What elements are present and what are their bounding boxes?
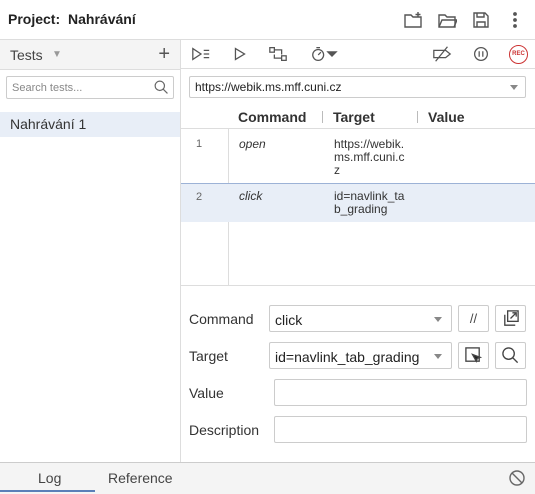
open-project-icon[interactable] xyxy=(435,8,459,32)
disable-breakpoints-icon[interactable] xyxy=(431,44,453,64)
toolbar: REC xyxy=(181,40,535,69)
chevron-down-icon[interactable]: ▼ xyxy=(52,49,62,60)
chevron-down-icon[interactable] xyxy=(326,44,338,64)
description-label: Description xyxy=(189,422,260,438)
column-value: Value xyxy=(428,109,465,125)
column-target: Target xyxy=(333,109,375,125)
value-input[interactable] xyxy=(274,379,527,406)
footer: Log Reference xyxy=(0,462,535,494)
table-header: Command Target Value xyxy=(181,105,535,129)
tab-reference[interactable]: Reference xyxy=(108,470,173,486)
target-value: id=navlink_tab_grading xyxy=(275,349,420,365)
description-input[interactable] xyxy=(274,416,527,443)
run-all-icon[interactable] xyxy=(190,44,212,64)
row-command: open xyxy=(239,137,266,151)
project-label: Project: xyxy=(8,11,61,27)
active-tab-indicator xyxy=(0,490,95,492)
editor-panel: REC Command Target Value 1 open https://… xyxy=(181,40,535,462)
search-icon[interactable] xyxy=(153,79,170,96)
row-command: click xyxy=(239,189,263,203)
commands-table: Command Target Value 1 open https://webi… xyxy=(181,105,535,285)
open-reference-icon[interactable] xyxy=(495,305,526,332)
run-test-icon[interactable] xyxy=(229,44,251,64)
search-input[interactable] xyxy=(7,77,147,98)
command-select[interactable]: click xyxy=(269,305,452,332)
project-title: Project: Nahrávání xyxy=(8,11,136,27)
row-target: id=navlink_tab_grading xyxy=(334,189,405,216)
row-target: https://webik.ms.mff.cuni.cz xyxy=(334,137,405,177)
chevron-down-icon[interactable] xyxy=(434,317,442,322)
test-item[interactable]: Nahrávání 1 xyxy=(0,112,180,137)
tests-dropdown[interactable]: Tests xyxy=(10,47,43,63)
tests-panel: Tests ▼ + Nahrávání 1 xyxy=(0,40,181,462)
command-value: click xyxy=(275,312,303,328)
target-label: Target xyxy=(189,348,228,364)
search-tests xyxy=(6,76,174,99)
table-row[interactable]: 1 open https://webik.ms.mff.cuni.cz xyxy=(181,129,535,183)
command-editor: Command click // Target id=navlink_tab_g… xyxy=(181,285,535,462)
column-command: Command xyxy=(238,109,307,125)
chevron-down-icon[interactable] xyxy=(510,85,518,90)
save-project-icon[interactable] xyxy=(469,8,493,32)
select-target-icon[interactable] xyxy=(458,342,489,369)
pause-icon[interactable] xyxy=(470,44,492,64)
add-test-button[interactable]: + xyxy=(158,43,170,66)
project-name[interactable]: Nahrávání xyxy=(68,11,136,27)
new-project-icon[interactable] xyxy=(401,8,425,32)
record-button[interactable]: REC xyxy=(509,45,528,64)
table-row-selected[interactable]: 2 click id=navlink_tab_grading xyxy=(181,183,535,222)
row-number: 1 xyxy=(196,138,203,150)
find-target-icon[interactable] xyxy=(495,342,526,369)
base-url xyxy=(189,76,526,98)
tab-log[interactable]: Log xyxy=(38,470,61,486)
value-label: Value xyxy=(189,385,224,401)
url-input[interactable] xyxy=(190,77,500,97)
tests-header: Tests ▼ + xyxy=(0,40,180,70)
target-select[interactable]: id=navlink_tab_grading xyxy=(269,342,452,369)
chevron-down-icon[interactable] xyxy=(434,354,442,359)
command-label: Command xyxy=(189,311,254,327)
clear-log-icon[interactable] xyxy=(507,468,527,488)
step-icon[interactable] xyxy=(267,44,289,64)
more-icon[interactable] xyxy=(503,8,527,32)
row-number: 2 xyxy=(196,191,203,203)
comment-button[interactable]: // xyxy=(458,305,489,332)
header: Project: Nahrávání xyxy=(0,0,535,40)
